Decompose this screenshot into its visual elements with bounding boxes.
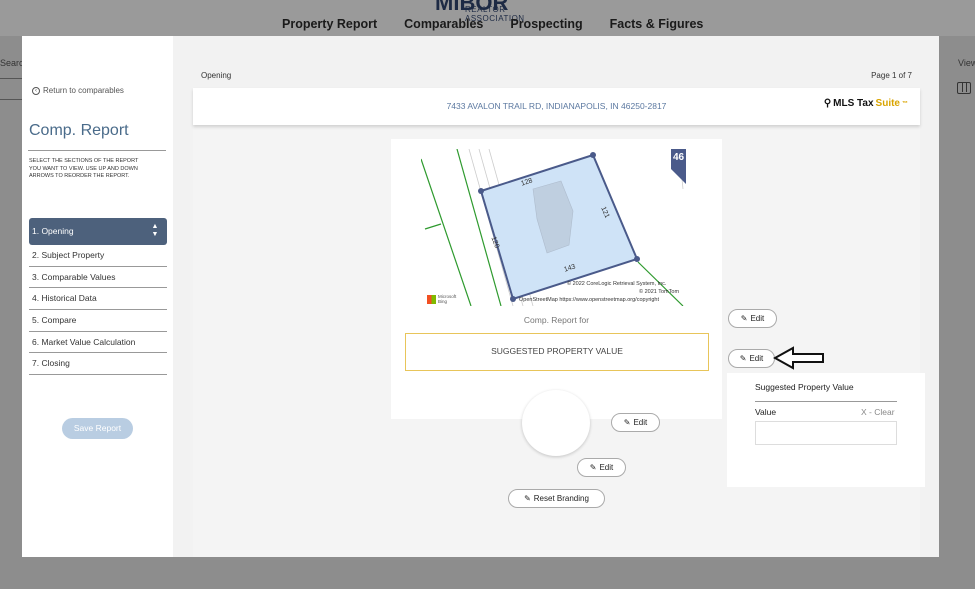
section-item-compare[interactable]: 5. Compare X: [29, 310, 181, 332]
edit-label: Edit: [633, 418, 648, 427]
nav-facts-figures[interactable]: Facts & Figures: [610, 17, 704, 31]
reorder-arrows-icon[interactable]: ▲ ▼: [151, 223, 159, 239]
route-badge: 46: [673, 152, 685, 163]
section-item-closing[interactable]: 7. Closing X: [29, 353, 181, 376]
report-sidebar: ‹ Return to comparables Comp. Report SEL…: [22, 36, 181, 557]
brand-suffix: Suite: [875, 98, 900, 109]
edit-suggested-value-button[interactable]: ✎ Edit: [728, 349, 775, 368]
edit-map-button[interactable]: ✎ Edit: [728, 309, 777, 328]
agent-photo-placeholder: [522, 390, 590, 456]
return-label: Return to comparables: [43, 86, 124, 95]
nav-property-report[interactable]: Property Report: [282, 17, 377, 31]
edit-branding-button[interactable]: ✎ Edit: [577, 458, 626, 477]
section-item-historical-data[interactable]: 4. Historical Data X: [29, 288, 181, 311]
microsoft-logo: [427, 295, 436, 304]
title-divider: [28, 150, 166, 151]
nav-prospecting[interactable]: Prospecting: [510, 17, 582, 31]
edit-label: Edit: [750, 314, 765, 323]
brand-tm: ™: [902, 100, 908, 107]
pencil-icon: ✎: [524, 494, 531, 503]
section-label: 1. Opening: [32, 226, 74, 236]
suggested-value-panel: Suggested Property Value Value X - Clear: [727, 373, 925, 487]
suggested-value-box[interactable]: SUGGESTED PROPERTY VALUE: [405, 333, 709, 371]
value-input[interactable]: [755, 421, 897, 445]
pencil-icon: ✎: [739, 354, 747, 363]
edit-label: Edit: [599, 463, 614, 472]
annotation-arrow-icon: [773, 346, 824, 370]
bg-search-field: [0, 78, 22, 100]
map-credit-corelogic: © 2022 CoreLogic Retrieval System, Inc.: [567, 281, 667, 287]
bg-view-label: View: [958, 58, 975, 68]
page-indicator: Page 1 of 7: [871, 71, 912, 80]
brand-prefix: MLS Tax: [833, 98, 874, 109]
site-header: MIBOR REALTOR ASSOCIATION Property Repor…: [0, 0, 975, 36]
section-label: 5. Compare: [32, 315, 77, 326]
mls-tax-suite-logo: ⚲ MLS Tax Suite ™: [824, 98, 908, 109]
section-label: 4. Historical Data: [32, 293, 97, 304]
map-credit-osm: OpenStreetMap https://www.openstreetmap.…: [519, 297, 660, 303]
pencil-icon: ✎: [589, 463, 597, 472]
comp-report-for-label: Comp. Report for: [523, 315, 590, 325]
edit-photo-button[interactable]: ✎ Edit: [611, 413, 660, 432]
pencil-icon: ✎: [740, 314, 748, 323]
nav-comparables[interactable]: Comparables: [404, 17, 483, 31]
opening-card: 128 121 143 120 46 © 2022 CoreLogic Retr…: [391, 139, 722, 419]
section-item-subject-property[interactable]: 2. Subject Property X: [29, 245, 181, 267]
sidebar-title: Comp. Report: [29, 122, 129, 139]
property-address: 7433 AVALON TRAIL RD, INDIANAPOLIS, IN 4…: [446, 101, 667, 111]
reset-branding-label: Reset Branding: [533, 494, 589, 503]
microsoft-bing-label: Microsoft Bing: [438, 294, 457, 304]
report-page-header: 7433 AVALON TRAIL RD, INDIANAPOLIS, IN 4…: [193, 88, 920, 125]
pencil-icon: ✎: [623, 418, 631, 427]
parcel-map: 128 121 143 120 46 © 2022 CoreLogic Retr…: [421, 149, 686, 306]
section-item-comparable-values[interactable]: 3. Comparable Values X: [29, 267, 181, 289]
value-label: Value: [755, 407, 777, 417]
clear-value-button[interactable]: X - Clear: [861, 407, 895, 417]
map-credit-tomtom: © 2021 TomTom: [639, 289, 680, 295]
section-item-market-value-calculation[interactable]: 6. Market Value Calculation X: [29, 332, 181, 354]
section-label: 6. Market Value Calculation: [32, 336, 136, 347]
panel-divider: [755, 401, 897, 402]
reset-branding-button[interactable]: ✎ Reset Branding: [508, 489, 605, 508]
return-to-comparables-link[interactable]: ‹ Return to comparables: [32, 86, 124, 95]
back-arrow-icon: ‹: [32, 86, 40, 95]
section-label: 3. Comparable Values: [32, 271, 116, 282]
section-list: 1. Opening ▲▼ X 2. Subject Property X 3.…: [29, 218, 181, 376]
edit-label: Edit: [749, 354, 764, 363]
panel-title: Suggested Property Value: [755, 382, 854, 392]
section-label: 2. Subject Property: [32, 250, 105, 260]
sidebar-instructions: SELECT THE SECTIONS OF THE REPORT YOU WA…: [29, 158, 139, 179]
section-item-opening[interactable]: 1. Opening ▲▼ X: [29, 218, 181, 245]
section-label: 7. Closing: [32, 358, 70, 369]
map-pin-icon: ⚲: [823, 98, 832, 109]
save-report-button[interactable]: Save Report: [62, 418, 133, 439]
current-section-label: Opening: [201, 71, 232, 80]
grid-view-icon: [957, 82, 971, 94]
site-logo: MIBOR REALTOR ASSOCIATION: [405, 0, 555, 23]
site-nav: Property Report Comparables Prospecting …: [282, 17, 703, 31]
